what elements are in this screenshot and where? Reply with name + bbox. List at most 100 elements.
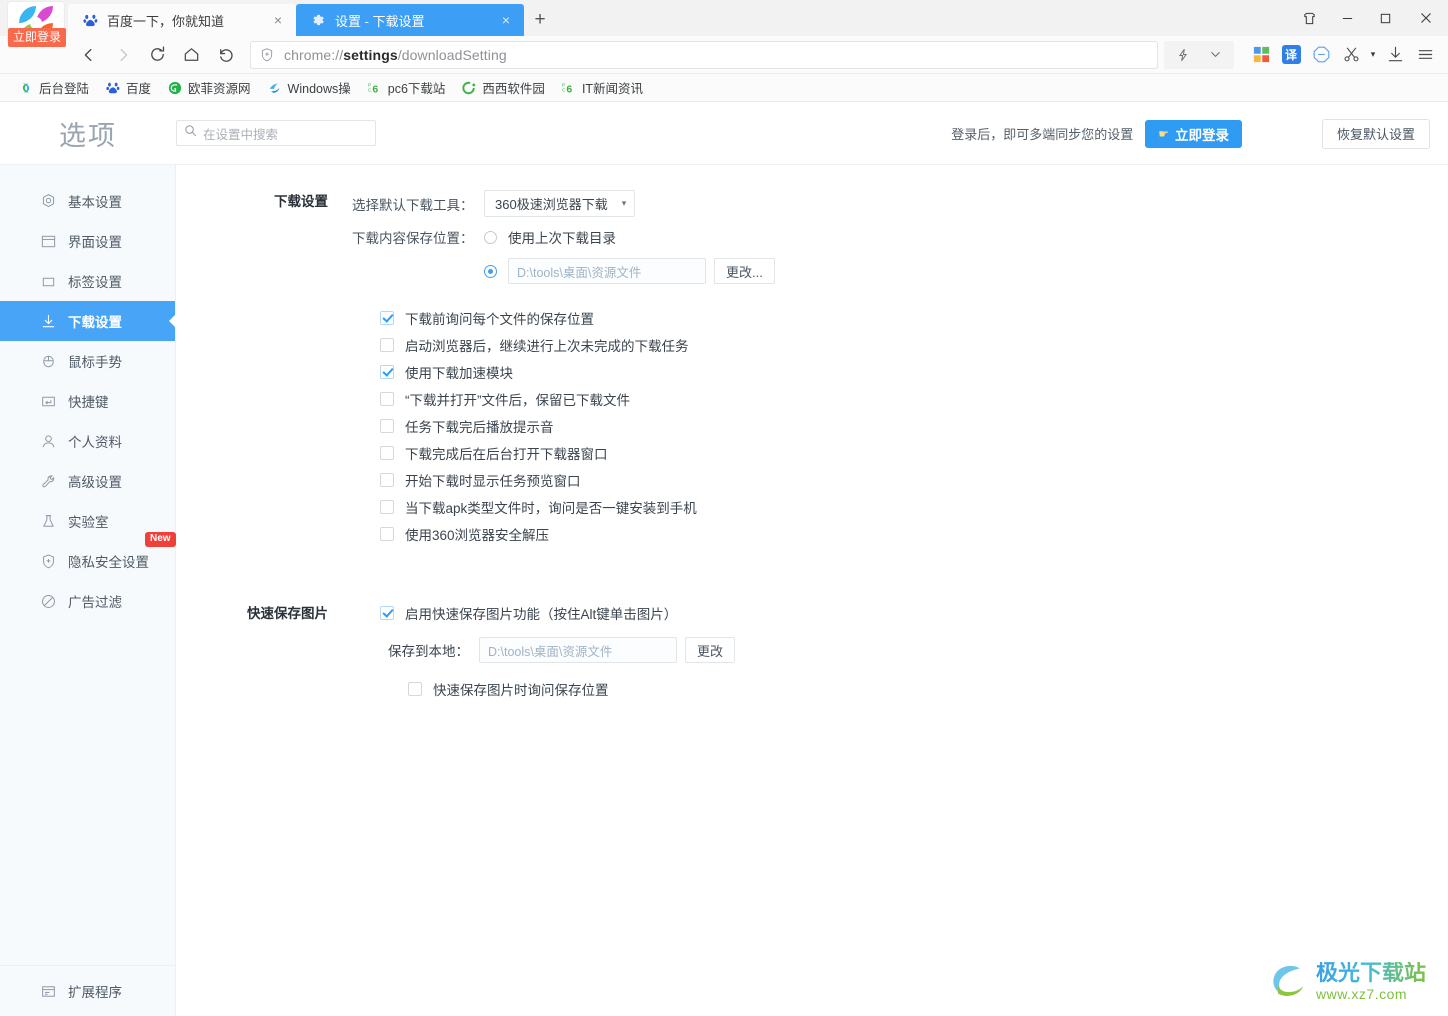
download-path-input[interactable]: D:\tools\桌面\资源文件 (508, 258, 706, 284)
download-arrow-icon (39, 312, 57, 330)
lightning-icon[interactable] (1168, 40, 1198, 70)
browser-logo[interactable]: 立即登录 (8, 2, 67, 58)
settings-body: 基本设置 界面设置 标签设置 下载设置 鼠标手势 快捷键 个人资料 高级设置 实… (0, 165, 1448, 1016)
change-download-path-button[interactable]: 更改... (714, 258, 775, 284)
tab-close-icon[interactable]: × (270, 13, 286, 27)
checkbox-box[interactable] (380, 418, 394, 433)
menu-icon[interactable] (1410, 40, 1440, 70)
bookmark-item[interactable]: Windows操 (259, 76, 359, 100)
checkbox-box[interactable] (380, 605, 394, 620)
sidebar: 基本设置 界面设置 标签设置 下载设置 鼠标手势 快捷键 个人资料 高级设置 实… (0, 165, 176, 1016)
checkbox-safe-unzip[interactable]: 使用360浏览器安全解压 (380, 520, 1448, 547)
sidebar-item-mouse-gesture[interactable]: 鼠标手势 (0, 341, 175, 381)
checkbox-open-downloader-background[interactable]: 下载完成后在后台打开下载器窗口 (380, 439, 1448, 466)
bookmark-item[interactable]: PC6 IT新闻资讯 (553, 76, 651, 100)
watermark-text: 极光下载站 www.xz7.com (1315, 959, 1426, 1001)
chevron-down-icon[interactable] (1200, 40, 1230, 70)
sidebar-item-shortcuts[interactable]: 快捷键 (0, 381, 175, 421)
reset-defaults-button[interactable]: 恢复默认设置 (1321, 118, 1430, 149)
tab-settings[interactable]: 设置 - 下载设置 × (296, 4, 524, 36)
close-button[interactable] (1404, 2, 1448, 34)
address-bar[interactable]: chrome://settings/downloadSetting (250, 40, 1158, 69)
checkbox-box[interactable] (408, 681, 422, 696)
checkbox-play-sound[interactable]: 任务下载完后播放提示音 (380, 412, 1448, 439)
tab-close-icon[interactable]: × (498, 13, 514, 27)
checkbox-box[interactable] (380, 526, 394, 541)
sidebar-item-advanced[interactable]: 高级设置 (0, 461, 175, 501)
default-tool-value: 360极速浏览器下载 (495, 197, 608, 212)
bookmark-item[interactable]: PC6 pc6下载站 (359, 76, 454, 100)
checkbox-ask-quick-save-location[interactable]: 快速保存图片时询问保存位置 (408, 675, 1448, 702)
login-button-label: 立即登录 (1174, 127, 1229, 143)
checkbox-box[interactable] (380, 364, 394, 379)
search-input[interactable]: 在设置中搜索 (176, 120, 376, 146)
login-button[interactable]: ☛ 立即登录 (1145, 119, 1242, 148)
green-c-icon (461, 80, 477, 96)
bookmark-item[interactable]: 百度 (97, 76, 159, 100)
sidebar-item-label: 高级设置 (68, 475, 122, 490)
checkbox-label: “下载并打开”文件后，保留已下载文件 (405, 392, 630, 408)
radio-last-directory[interactable]: 使用上次下载目录 (484, 222, 616, 252)
scissors-screenshot-icon[interactable] (1336, 40, 1366, 70)
bookmark-item[interactable]: 后台登陆 (10, 76, 97, 100)
checkbox-box[interactable] (380, 472, 394, 487)
screenshot-caret-icon[interactable]: ▾ (1366, 40, 1380, 70)
block-ad-icon[interactable] (1306, 40, 1336, 70)
maximize-button[interactable] (1366, 2, 1404, 34)
section-body: 启用快速保存图片功能（按住Alt键单击图片） 保存到本地： D:\tools\桌… (352, 599, 1448, 702)
section-title: 快速保存图片 (247, 606, 328, 621)
skin-icon[interactable] (1290, 2, 1328, 34)
translate-glyph: 译 (1281, 45, 1301, 64)
bookmark-label: Windows操 (287, 82, 351, 96)
quick-save-path-input[interactable]: D:\tools\桌面\资源文件 (479, 637, 677, 663)
search-icon (184, 124, 197, 142)
checkbox-box[interactable] (380, 337, 394, 352)
sidebar-item-privacy[interactable]: 隐私安全设置 New (0, 532, 176, 581)
checkbox-keep-downloaded-file[interactable]: “下载并打开”文件后，保留已下载文件 (380, 385, 1448, 412)
checkbox-box[interactable] (380, 445, 394, 460)
sidebar-item-download[interactable]: 下载设置 (0, 301, 176, 341)
windows-tiles-icon[interactable] (1246, 40, 1276, 70)
back-button[interactable] (72, 40, 106, 70)
bookmark-label: pc6下载站 (387, 82, 446, 96)
download-checkbox-list: 下载前询问每个文件的保存位置 启动浏览器后，继续进行上次未完成的下载任务 使用下… (352, 304, 1448, 547)
undo-button[interactable] (208, 40, 242, 70)
new-tab-button[interactable]: + (524, 4, 556, 36)
checkbox-apk-install-to-phone[interactable]: 当下载apk类型文件时，询问是否一键安装到手机 (380, 493, 1448, 520)
home-button[interactable] (174, 40, 208, 70)
sidebar-item-extensions[interactable]: 扩展程序 (0, 966, 175, 1016)
checkbox-acceleration-module[interactable]: 使用下载加速模块 (380, 358, 1448, 385)
download-icon[interactable] (1380, 40, 1410, 70)
checkbox-show-preview-window[interactable]: 开始下载时显示任务预览窗口 (380, 466, 1448, 493)
quick-save-path-row: 保存到本地： D:\tools\桌面\资源文件 更改 (388, 633, 1448, 667)
default-tool-select[interactable]: 360极速浏览器下载 ▾ (484, 190, 636, 217)
tab-baidu[interactable]: 百度一下，你就知道 × (68, 4, 296, 36)
translate-icon[interactable]: 译 (1276, 40, 1306, 70)
radio-button-custom-path[interactable] (484, 264, 497, 278)
minimize-button[interactable] (1328, 2, 1366, 34)
omnibox-actions (1164, 40, 1234, 70)
logo-login-badge[interactable]: 立即登录 (8, 28, 67, 47)
reload-button[interactable] (140, 40, 174, 70)
radio-button[interactable] (484, 230, 497, 244)
sidebar-item-interface[interactable]: 界面设置 (0, 221, 175, 261)
checkbox-box[interactable] (380, 310, 394, 325)
green-s-icon (18, 80, 34, 96)
sidebar-item-tabs[interactable]: 标签设置 (0, 261, 175, 301)
bookmark-item[interactable]: 西西软件园 (453, 76, 553, 100)
sidebar-item-basic[interactable]: 基本设置 (0, 181, 175, 221)
sidebar-item-adblock[interactable]: 广告过滤 (0, 581, 175, 621)
sidebar-item-profile[interactable]: 个人资料 (0, 421, 175, 461)
settings-content: 下载设置 选择默认下载工具： 360极速浏览器下载 ▾ 下载内容保存位置： 使用… (176, 165, 1448, 1016)
sidebar-item-label: 隐私安全设置 (68, 555, 149, 570)
shield-plus-icon (259, 47, 275, 63)
forward-button[interactable] (106, 40, 140, 70)
checkbox-ask-save-location[interactable]: 下载前询问每个文件的保存位置 (380, 304, 1448, 331)
checkbox-box[interactable] (380, 391, 394, 406)
checkbox-enable-quick-save[interactable]: 启用快速保存图片功能（按住Alt键单击图片） (380, 599, 1448, 626)
checkbox-resume-on-start[interactable]: 启动浏览器后，继续进行上次未完成的下载任务 (380, 331, 1448, 358)
bookmark-item[interactable]: 欧菲资源网 (159, 76, 259, 100)
checkbox-box[interactable] (380, 499, 394, 514)
change-quick-save-path-button[interactable]: 更改 (685, 637, 736, 663)
watermark-title: 极光下载站 (1315, 959, 1426, 985)
